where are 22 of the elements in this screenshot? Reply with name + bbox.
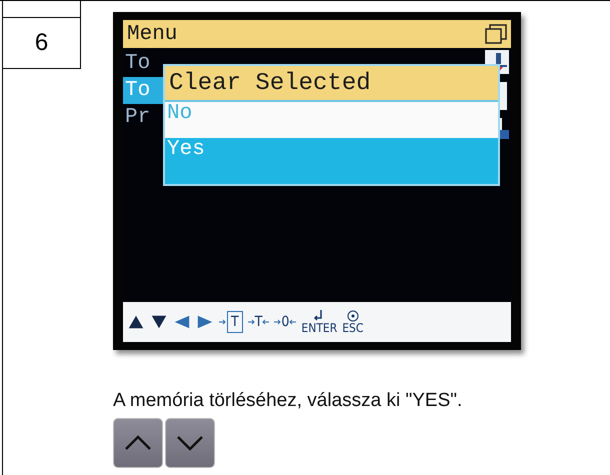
tare-key-label: T bbox=[227, 311, 243, 333]
arrow-icon bbox=[219, 318, 227, 326]
circle-dot-icon bbox=[346, 310, 359, 322]
up-key[interactable] bbox=[113, 418, 163, 468]
left-triangle-icon bbox=[173, 313, 191, 331]
windows-icon bbox=[485, 24, 507, 44]
up-triangle-icon bbox=[127, 313, 145, 331]
arrow-icon bbox=[248, 318, 255, 326]
key-label: ENTER bbox=[301, 322, 338, 334]
down-key[interactable] bbox=[165, 418, 215, 468]
key-label: T bbox=[254, 314, 262, 330]
instruction-text: A memória törléséhez, válassza ki "YES". bbox=[113, 390, 464, 412]
arrow-icon bbox=[289, 318, 296, 326]
arrow-icon bbox=[262, 318, 270, 326]
screen-title: Menu bbox=[127, 22, 178, 46]
arrow-icon bbox=[274, 318, 282, 326]
dialog-title: Clear Selected bbox=[165, 66, 498, 102]
key-label: ESC bbox=[342, 322, 364, 334]
down-triangle-icon bbox=[150, 313, 168, 331]
step-number: 6 bbox=[3, 17, 81, 69]
key-label: 0 bbox=[281, 314, 290, 330]
right-triangle-icon bbox=[196, 313, 214, 331]
